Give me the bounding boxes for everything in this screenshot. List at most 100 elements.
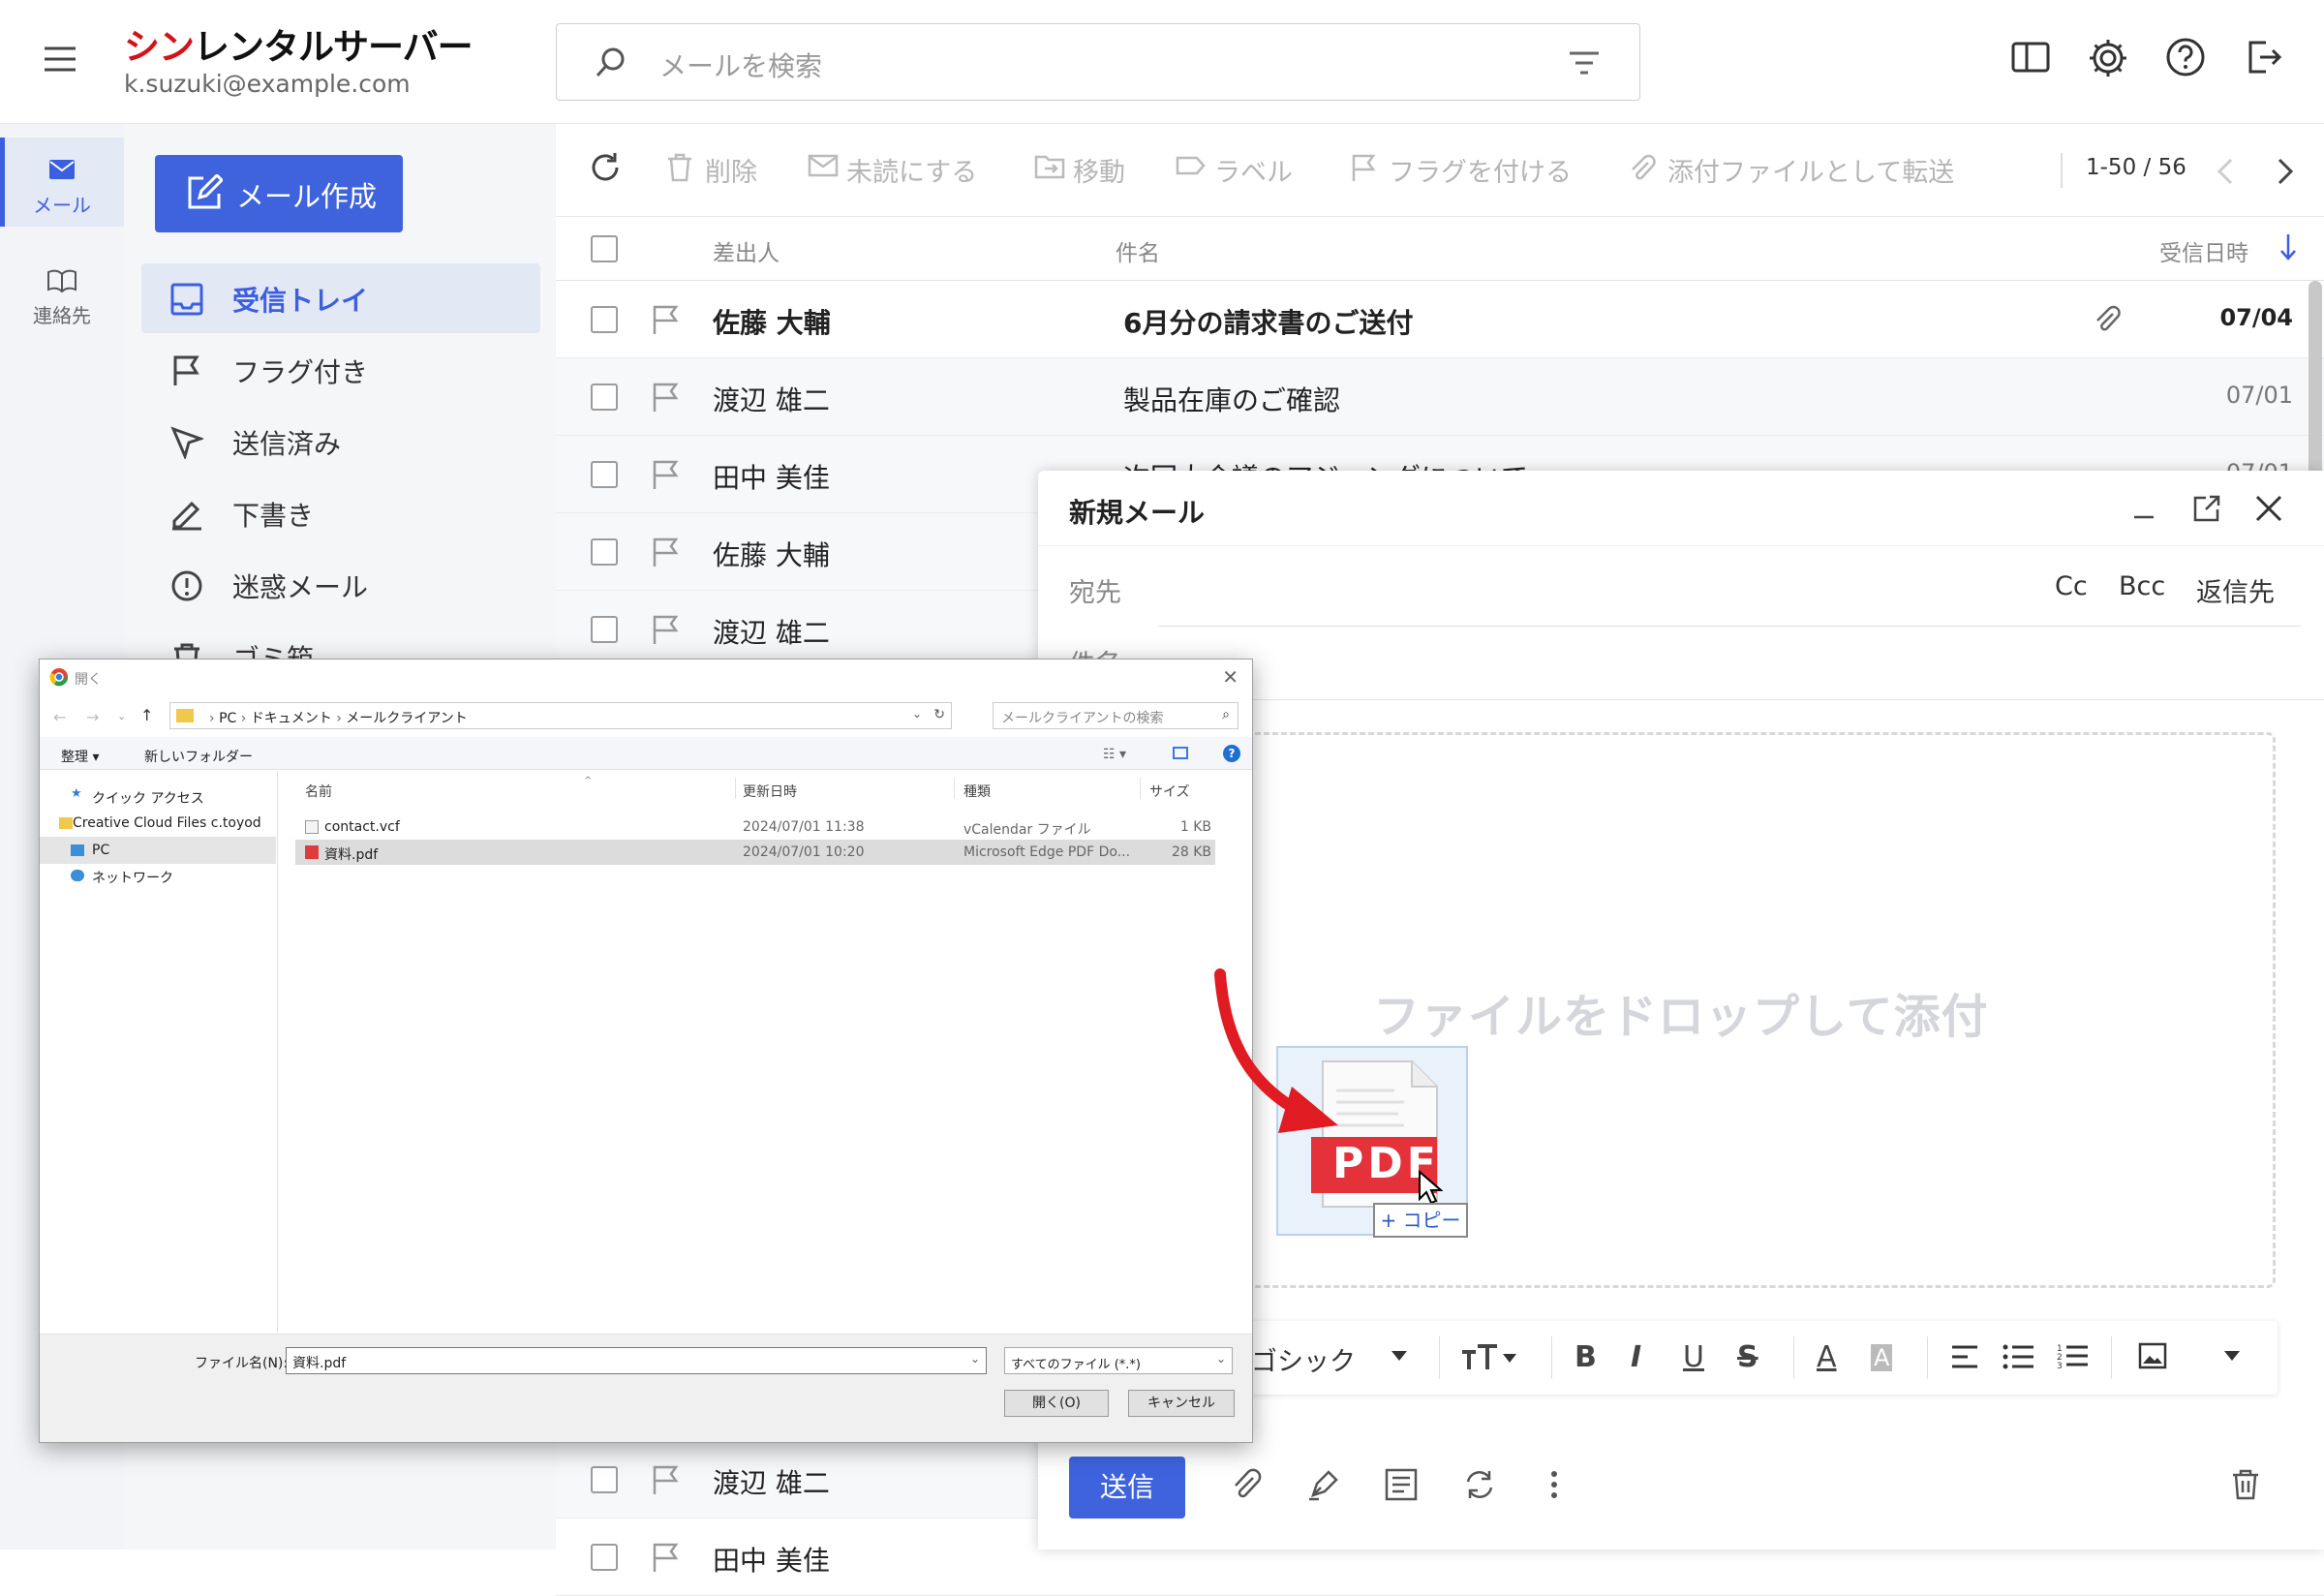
help-icon[interactable] [2165,37,2206,77]
flag-icon[interactable] [651,1464,680,1495]
flag-icon[interactable] [651,304,680,335]
filename-input[interactable]: 資料.pdf ⌄ [286,1347,987,1374]
filetype-select[interactable]: すべてのファイル (*.*) ⌄ [1004,1347,1233,1374]
discard-trash-icon[interactable] [2231,1468,2260,1501]
bcc-button[interactable]: Bcc [2119,571,2165,601]
preview-pane-icon[interactable] [1173,747,1188,759]
dialog-search-input[interactable]: メールクライアントの検索 ⌕ [993,702,1238,729]
row-checkbox[interactable] [591,384,618,411]
up-arrow-icon[interactable]: ↑ [140,706,153,724]
to-label[interactable]: 宛先 [1069,571,1121,609]
insert-image-icon[interactable] [2138,1342,2167,1369]
more-vertical-icon[interactable] [1549,1468,1559,1501]
text-size-icon[interactable] [1460,1342,1518,1371]
more-format-icon[interactable] [2223,1350,2241,1362]
reply-to-button[interactable]: 返信先 [2196,571,2275,609]
italic-icon[interactable]: I [1631,1340,1641,1374]
rail-mail[interactable]: メール [0,138,124,227]
row-checkbox[interactable] [591,616,618,643]
paperclip-icon[interactable] [1232,1468,1263,1501]
font-select[interactable]: ゴシック [1251,1340,1356,1378]
table-row[interactable]: 渡辺 雄二 製品在庫のご確認 07/01 [556,358,2324,436]
refresh-icon[interactable] [589,151,622,184]
folder-flagged[interactable]: フラグ付き [141,335,540,405]
search-input[interactable]: メールを検索 [556,23,1640,101]
to-field[interactable] [1158,626,2301,627]
cancel-button[interactable]: キャンセル [1128,1390,1235,1417]
flag-icon[interactable] [651,537,680,568]
filter-icon[interactable] [1568,49,1601,77]
strikethrough-icon[interactable]: S [1737,1340,1758,1374]
folder-drafts[interactable]: 下書き [141,478,540,548]
minimize-icon[interactable] [2130,494,2157,521]
column-from[interactable]: 差出人 [713,234,780,267]
close-icon[interactable] [2254,494,2283,523]
font-color-icon[interactable]: A [1817,1340,1837,1374]
select-all-checkbox[interactable] [591,235,618,262]
folder-spam[interactable]: 迷惑メール [141,550,540,620]
signature-pen-icon[interactable] [1307,1468,1342,1501]
column-type[interactable]: 種類 [963,782,991,801]
bullet-list-icon[interactable] [2003,1344,2035,1369]
organize-button[interactable]: 整理 ▾ [61,747,99,766]
file-row[interactable]: contact.vcf 2024/07/01 11:38 vCalendar ファイ… [295,814,1215,840]
prev-page-icon[interactable] [2216,157,2235,186]
row-checkbox[interactable] [591,306,618,333]
column-date[interactable]: 受信日時 [2159,234,2248,267]
flag-icon[interactable] [651,382,680,413]
nav-quick-access[interactable]: ★ クイック アクセス [40,783,276,810]
column-name[interactable]: 名前 [305,782,332,801]
folder-inbox[interactable]: 受信トレイ [141,263,540,333]
new-folder-button[interactable]: 新しいフォルダー [144,747,253,766]
file-row-selected[interactable]: 資料.pdf 2024/07/01 10:20 Microsoft Edge PDF… [295,840,1215,865]
recent-dropdown-icon[interactable]: ⌄ [117,710,126,722]
column-subject[interactable]: 件名 [1116,234,1160,267]
table-row[interactable]: 佐藤 大輔 6月分の請求書のご送付 07/04 [556,281,2324,358]
row-checkbox[interactable] [591,1544,618,1571]
logout-icon[interactable] [2243,37,2283,77]
row-checkbox[interactable] [591,461,618,488]
flag-icon[interactable] [651,1542,680,1573]
help-icon[interactable]: ? [1223,745,1240,762]
nav-pc[interactable]: PC [40,837,276,864]
dialog-close-icon[interactable]: ✕ [1222,665,1238,689]
layout-toggle-icon[interactable] [2010,37,2051,77]
row-checkbox[interactable] [591,1466,618,1493]
flag-icon[interactable] [651,614,680,645]
bold-icon[interactable]: B [1575,1340,1597,1374]
toolbar-divider [1927,1336,1928,1379]
filename-dropdown-icon[interactable]: ⌄ [970,1352,980,1366]
align-left-icon[interactable] [1950,1344,1979,1369]
menu-icon[interactable] [43,45,77,74]
next-page-icon[interactable] [2276,157,2295,186]
template-icon[interactable] [1385,1468,1418,1501]
expand-icon[interactable] [2192,494,2221,523]
row-checkbox[interactable] [591,538,618,566]
sort-down-icon[interactable] [2279,232,2297,261]
nav-creative-cloud[interactable]: Creative Cloud Files c.toyod [40,810,276,837]
rail-contacts[interactable]: 連絡先 [0,248,124,337]
column-modified[interactable]: 更新日時 [743,782,797,801]
address-dropdown-icon[interactable]: ⌄ [912,707,922,721]
column-size[interactable]: サイズ [1149,782,1190,801]
send-button[interactable]: 送信 [1069,1457,1185,1519]
nav-network[interactable]: ネットワーク [40,862,276,889]
font-dropdown-icon[interactable] [1391,1350,1408,1362]
underline-icon[interactable]: U [1683,1340,1704,1374]
cc-button[interactable]: Cc [2055,571,2088,601]
address-bar[interactable]: › PC › ドキュメント › メールクライアント ⌄ ↻ [169,702,952,729]
view-options-icon[interactable]: ☷ ▾ [1103,747,1126,762]
back-arrow-icon[interactable]: ← [53,708,66,726]
flag-icon[interactable] [651,459,680,490]
sync-icon[interactable] [1462,1468,1497,1501]
compose-button[interactable]: メール作成 [155,155,403,232]
open-button[interactable]: 開く(O) [1004,1390,1109,1417]
numbered-list-icon[interactable]: 123 [2057,1342,2090,1369]
refresh-icon[interactable]: ↻ [933,707,945,722]
forward-arrow-icon[interactable]: → [86,708,99,726]
filetype-dropdown-icon[interactable]: ⌄ [1216,1352,1226,1366]
gear-icon[interactable] [2087,37,2129,79]
paperclip-icon [1629,153,1656,182]
highlight-color-icon[interactable]: A [1871,1344,1893,1371]
folder-sent[interactable]: 送信済み [141,407,540,476]
